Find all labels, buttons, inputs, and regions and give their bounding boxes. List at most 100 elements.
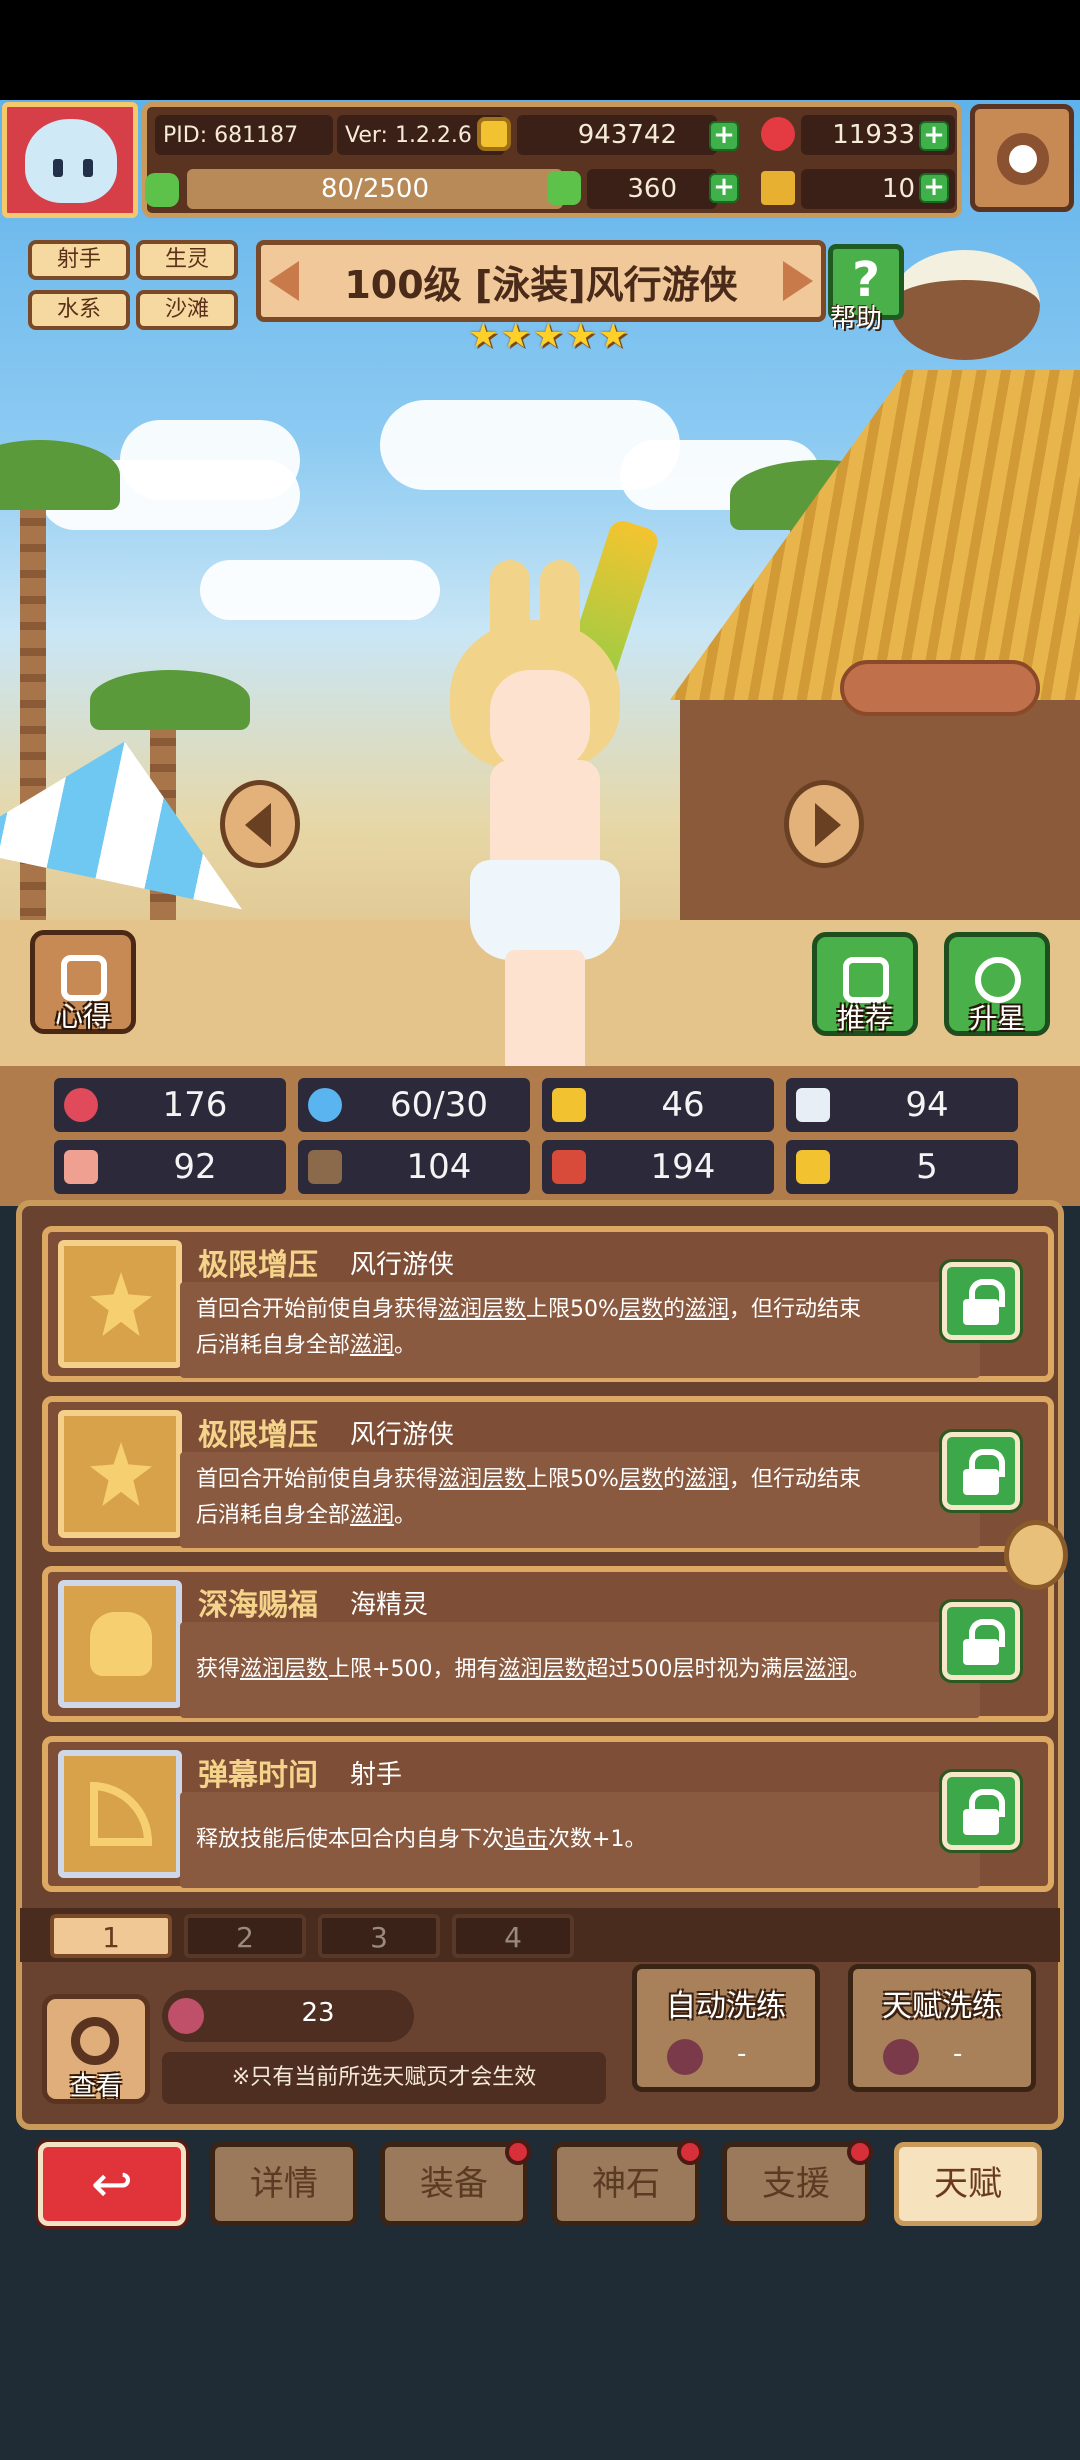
fruit-counter: 23 — [162, 1990, 414, 2042]
talent-name: 弹幕时间 — [198, 1758, 318, 1793]
lock-icon[interactable] — [939, 1769, 1023, 1853]
nav-godstone[interactable]: 神石 — [552, 2139, 703, 2226]
top-hud: PID: 681187 Ver: 1.2.2.6 943742 + 11933 … — [142, 102, 962, 218]
stat-value: 92 — [173, 1147, 217, 1187]
arrow-left-icon — [245, 803, 271, 847]
stat-banner: 194 — [542, 1140, 774, 1194]
gold-cell: 943742 — [517, 115, 717, 155]
horseshoe-icon — [796, 1150, 830, 1184]
star-up-button[interactable]: 升星 — [944, 932, 1050, 1036]
talent-source: 海精灵 — [350, 1590, 429, 1620]
talent-slot-4[interactable]: 弹幕时间 射手 释放技能后使本回合内自身下次追击次数+1。 — [42, 1736, 1054, 1892]
hero-title-text: 100级 [泳装]风行游侠 — [344, 262, 738, 307]
stat-value: 5 — [916, 1147, 938, 1187]
page-tab-4[interactable]: 4 — [452, 1914, 574, 1958]
nav-support[interactable]: 支援 — [722, 2139, 873, 2226]
nav-equipment[interactable]: 装备 — [380, 2139, 531, 2226]
add-key-button[interactable]: + — [919, 173, 949, 203]
prev-hero-button[interactable] — [220, 780, 300, 868]
stat-value: 104 — [406, 1147, 472, 1187]
stat-fist: 92 — [54, 1140, 286, 1194]
page-tab-2[interactable]: 2 — [184, 1914, 306, 1958]
tag-creature: 生灵 — [136, 240, 238, 280]
rating-star-icon: ★ — [468, 316, 499, 356]
banner-icon — [552, 1150, 586, 1184]
clover-cell: 360 — [587, 169, 717, 209]
stat-water-drop: 60/30 — [298, 1078, 530, 1132]
gear-icon — [997, 133, 1049, 185]
fruit-icon — [168, 1998, 204, 2034]
talent-slot-1[interactable]: 极限增压 风行游侠 首回合开始前使自身获得滋润层数上限50%层数的滋润，但行动结… — [42, 1226, 1054, 1382]
talent-source: 射手 — [350, 1760, 403, 1790]
recommend-button[interactable]: 推荐 — [812, 932, 918, 1036]
lock-icon[interactable] — [939, 1429, 1023, 1513]
stat-book: 104 — [298, 1140, 530, 1194]
talent-name: 极限增压 — [198, 1248, 318, 1283]
stat-heart: 176 — [54, 1078, 286, 1132]
help-label: 帮助 — [830, 304, 883, 334]
key-amount: 10 — [881, 174, 915, 204]
stat-value: 46 — [661, 1085, 705, 1125]
fruit-count: 23 — [301, 1998, 335, 2028]
gem-amount: 11933 — [832, 120, 915, 150]
back-arrow-icon: ↩ — [91, 2155, 133, 2213]
talent-page-tabs: 1 2 3 4 — [20, 1908, 1060, 1962]
rating-star-icon: ★ — [565, 316, 596, 356]
talent-source: 风行游侠 — [350, 1250, 455, 1280]
talent-slot-3[interactable]: 深海赐福 海精灵 获得滋润层数上限+500，拥有滋润层数超过500层时视为满层滋… — [42, 1566, 1054, 1722]
magnifier-icon — [71, 2017, 119, 2065]
talent-page-note: ※只有当前所选天赋页才会生效 — [162, 2052, 606, 2104]
talent-slot-2[interactable]: 极限增压 风行游侠 首回合开始前使自身获得滋润层数上限50%层数的滋润，但行动结… — [42, 1396, 1054, 1552]
stat-value: 176 — [162, 1085, 228, 1125]
stat-value: 60/30 — [390, 1085, 488, 1125]
add-clover-button[interactable]: + — [709, 173, 739, 203]
star-rating: ★ ★ ★ ★ ★ — [468, 316, 628, 356]
talent-description: 获得滋润层数上限+500，拥有滋润层数超过500层时视为满层滋润。 — [180, 1622, 980, 1718]
shield-icon — [552, 1088, 586, 1122]
octopus-talent-icon — [58, 1580, 182, 1708]
stat-value: 94 — [905, 1085, 949, 1125]
stat-horseshoe: 5 — [786, 1140, 1018, 1194]
add-gold-button[interactable]: + — [709, 121, 739, 151]
rating-star-icon: ★ — [597, 316, 629, 356]
player-avatar[interactable] — [2, 102, 138, 218]
star-talent-icon — [58, 1410, 182, 1538]
stats-grid: 176 60/30 46 94 92 104 194 5 — [54, 1078, 1024, 1202]
notes-button[interactable]: 心得 — [30, 930, 136, 1034]
energy-bar: 80/2500 — [187, 169, 563, 209]
book-icon — [308, 1150, 342, 1184]
hero-character — [420, 517, 662, 1070]
add-gem-button[interactable]: + — [919, 121, 949, 151]
talent-name: 极限增压 — [198, 1418, 318, 1453]
energy-value: 80/2500 — [320, 174, 429, 204]
page-tab-1[interactable]: 1 — [50, 1914, 172, 1958]
rating-star-icon: ★ — [532, 316, 564, 356]
back-button[interactable]: ↩ — [35, 2139, 189, 2229]
hero-title: 100级 [泳装]风行游侠 — [256, 240, 826, 322]
pid-cell: PID: 681187 — [155, 115, 333, 155]
view-button[interactable]: 查看 — [42, 1994, 150, 2104]
fist-icon — [64, 1150, 98, 1184]
notification-dot — [847, 2139, 873, 2165]
stat-wing: 94 — [786, 1078, 1018, 1132]
stat-value: 194 — [650, 1147, 716, 1187]
red-gem-icon — [761, 117, 795, 151]
water-drop-icon — [308, 1088, 342, 1122]
settings-button[interactable] — [970, 104, 1074, 212]
nav-talent[interactable]: 天赋 — [894, 2142, 1042, 2226]
bow-talent-icon — [58, 1750, 182, 1878]
auto-reroll-button[interactable]: 自动洗练 - — [632, 1964, 820, 2092]
gold-amount: 943742 — [577, 120, 677, 150]
talent-description: 释放技能后使本回合内自身下次追击次数+1。 — [180, 1792, 980, 1888]
clover-amount: 360 — [627, 174, 677, 204]
nav-details[interactable]: 详情 — [210, 2142, 358, 2226]
energy-clover-icon — [145, 173, 179, 207]
page-tab-3[interactable]: 3 — [318, 1914, 440, 1958]
fruit-icon — [667, 2039, 703, 2075]
talent-description: 首回合开始前使自身获得滋润层数上限50%层数的滋润，但行动结束 后消耗自身全部滋… — [180, 1452, 980, 1548]
talent-reroll-button[interactable]: 天赋洗练 - — [848, 1964, 1036, 2092]
next-hero-button[interactable] — [784, 780, 864, 868]
lock-icon[interactable] — [939, 1599, 1023, 1683]
tag-water: 水系 — [28, 290, 130, 330]
lock-icon[interactable] — [939, 1259, 1023, 1343]
